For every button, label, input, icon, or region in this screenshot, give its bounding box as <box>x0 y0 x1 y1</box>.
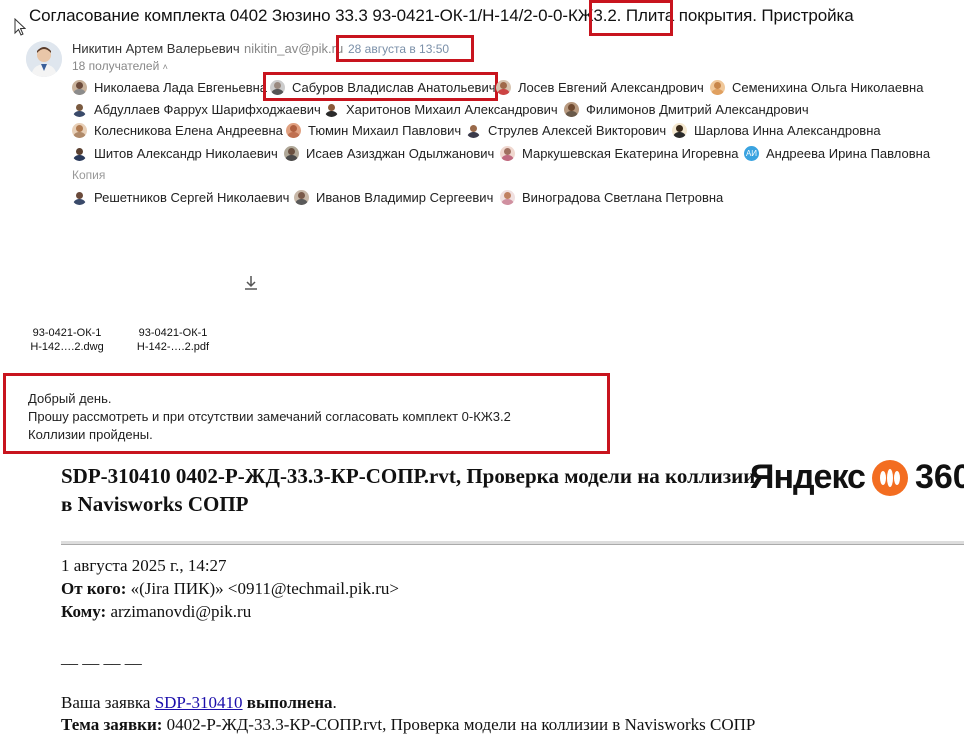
recipient-chip[interactable]: Маркушевская Екатерина Игоревна <box>500 146 739 161</box>
sender-avatar[interactable] <box>26 41 62 77</box>
recipient-chip[interactable]: Колесникова Елена Андреевна <box>72 123 283 138</box>
request-status-line: Ваша заявка SDP-310410 выполнена. <box>61 693 337 712</box>
recipients-toggle[interactable]: 18 получателей ˄ <box>72 59 168 73</box>
recipient-chip[interactable]: Исаев Азизджан Одылжанович <box>284 146 494 161</box>
person-avatar-icon <box>496 80 511 95</box>
recipient-chip[interactable]: Струлев Алексей Викторович <box>466 123 666 138</box>
recipient-chip[interactable]: Шитов Александр Николаевич <box>72 146 278 161</box>
attachment-pdf[interactable]: 93-0421-ОК-1 Н-142-….2.pdf <box>134 326 212 354</box>
person-avatar-icon <box>72 123 87 138</box>
person-avatar-icon <box>500 190 515 205</box>
body-line: Коллизии пройдены. <box>28 427 153 442</box>
person-avatar-icon <box>294 190 309 205</box>
person-avatar-icon <box>72 80 87 95</box>
recipient-chip[interactable]: Харитонов Михаил Александрович <box>324 102 558 117</box>
logo-number: 360 <box>914 458 964 496</box>
download-icon[interactable] <box>244 275 258 291</box>
sender-name[interactable]: Никитин Артем Валерьевич <box>72 41 240 56</box>
recipient-chip[interactable]: Шарлова Инна Александровна <box>672 123 881 138</box>
forwarded-from: От кого: «(Jira ПИК)» <0911@techmail.pik… <box>61 579 399 598</box>
request-topic-line: Тема заявки: 0402-Р-ЖД-33.3-КР-СОПР.rvt,… <box>61 715 756 734</box>
person-avatar-icon <box>710 80 725 95</box>
person-avatar-icon <box>324 102 339 117</box>
cc-label: Копия <box>72 168 106 182</box>
cc-chip[interactable]: Виноградова Светлана Петровна <box>500 190 723 205</box>
divider <box>61 541 964 545</box>
forwarded-to: Кому: arzimanovdi@pik.ru <box>61 602 252 621</box>
request-link[interactable]: SDP-310410 <box>155 693 243 712</box>
body-line: Добрый день. <box>28 391 112 406</box>
recipient-chip[interactable]: Семенихина Ольга Николаевна <box>710 80 923 95</box>
person-avatar-icon <box>284 146 299 161</box>
person-avatar-icon <box>26 41 62 77</box>
recipient-chip[interactable]: Лосев Евгений Александрович <box>496 80 704 95</box>
highlight-subject-code <box>589 0 673 36</box>
attachment-dwg[interactable]: 93-0421-ОК-1 Н-142….2.dwg <box>28 326 106 354</box>
chevron-up-icon: ˄ <box>162 62 168 72</box>
email-subject: Согласование комплекта 0402 Зюзино 33.3 … <box>29 6 854 25</box>
recipient-chip[interactable]: Николаева Лада Евгеньевна <box>72 80 267 95</box>
forwarded-date: 1 августа 2025 г., 14:27 <box>61 556 227 575</box>
person-avatar-icon <box>672 123 687 138</box>
person-avatar-icon <box>466 123 481 138</box>
logo-text: Яндекс <box>750 458 866 496</box>
person-avatar-icon <box>72 146 87 161</box>
cc-chip[interactable]: Решетников Сергей Николаевич <box>72 190 289 205</box>
email-body: Добрый день. Прошу рассмотреть и при отс… <box>28 390 511 444</box>
highlight-date <box>336 35 474 62</box>
body-line: Прошу рассмотреть и при отсутствии замеч… <box>28 409 511 424</box>
recipient-chip[interactable]: Тюмин Михаил Павлович <box>286 123 461 138</box>
recipient-chip[interactable]: Абдуллаев Фаррух Шарифходжаевич <box>72 102 321 117</box>
recipients-count: 18 получателей <box>72 59 160 73</box>
recipient-chip[interactable]: АИ Андреева Ирина Павловна <box>744 146 930 161</box>
person-avatar-icon <box>500 146 515 161</box>
person-avatar-icon <box>286 123 301 138</box>
initials-avatar: АИ <box>744 146 759 161</box>
forwarded-separator: __ __ __ __ <box>61 648 142 667</box>
mouse-cursor-icon <box>14 18 26 36</box>
highlight-recipient <box>263 72 498 101</box>
sender-email[interactable]: nikitin_av@pik.ru <box>244 41 343 56</box>
cc-chip[interactable]: Иванов Владимир Сергеевич <box>294 190 493 205</box>
person-avatar-icon <box>72 190 87 205</box>
recipient-chip[interactable]: Филимонов Дмитрий Александрович <box>564 102 809 117</box>
person-avatar-icon <box>72 102 87 117</box>
person-avatar-icon <box>564 102 579 117</box>
forwarded-title: SDP-310410 0402-Р-ЖД-33.3-КР-СОПР.rvt, П… <box>61 464 756 516</box>
yandex-360-logo-icon <box>871 459 908 496</box>
yandex-360-logo: Яндекс 360 <box>750 458 964 497</box>
